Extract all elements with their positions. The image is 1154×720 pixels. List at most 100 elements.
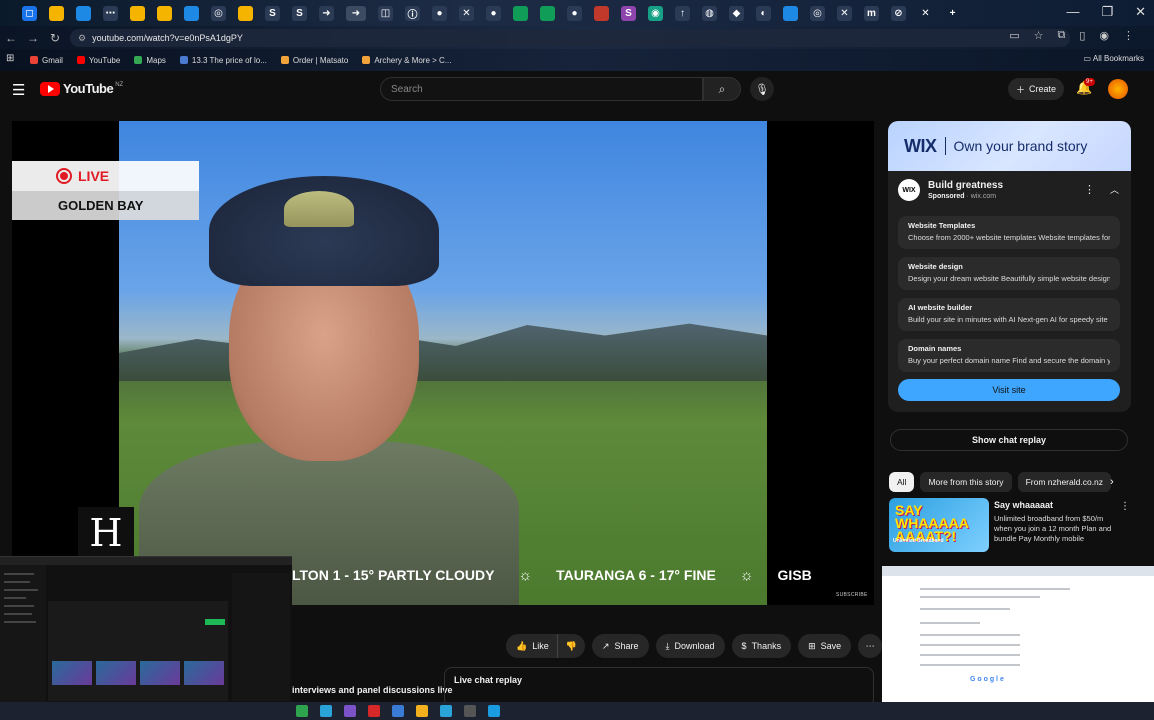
search-input[interactable]: Search — [380, 77, 703, 101]
forward-icon[interactable]: → — [22, 31, 44, 45]
recommendation-thumbnail[interactable]: SAY WHAAAAA AAAAT?! Unlimited Broadband — [889, 498, 989, 552]
taskbar-app-icon[interactable] — [344, 705, 356, 717]
tab-favicon[interactable]: ➜ — [319, 5, 334, 21]
share-button[interactable]: ↗ Share — [591, 634, 649, 658]
chevron-up-icon[interactable]: ︿ — [1110, 183, 1119, 196]
voice-search-button[interactable]: 🎙 — [750, 77, 774, 101]
tab-favicon[interactable]: S — [621, 5, 636, 21]
taskbar-app-icon[interactable] — [296, 705, 308, 717]
bookmark-youtube[interactable]: YouTube — [76, 56, 120, 65]
tab-favicon[interactable]: ◉ — [648, 5, 663, 21]
bookmark-matsato[interactable]: Order | Matsato — [280, 56, 348, 65]
tab-favicon[interactable]: ⋯ — [103, 5, 118, 21]
tab-favicon[interactable]: ⓘ — [405, 5, 420, 21]
all-bookmarks[interactable]: ▭ All Bookmarks — [1084, 54, 1144, 63]
advertiser-icon[interactable]: WIX — [898, 179, 920, 201]
sidebar-icon[interactable]: ▯ — [1079, 29, 1085, 42]
taskbar-app-icon[interactable] — [464, 705, 476, 717]
cast-icon[interactable]: ▭ — [1009, 29, 1019, 42]
advertiser-name[interactable]: Build greatness — [928, 180, 1003, 191]
tab-favicon[interactable]: ◫ — [378, 5, 393, 21]
tab-favicon[interactable] — [49, 5, 64, 21]
taskbar-app-icon[interactable] — [416, 705, 428, 717]
chevron-right-icon[interactable]: › — [1110, 476, 1114, 488]
video-player[interactable]: LIVE GOLDEN BAY H LTON 1 - 15° PARTLY CL… — [12, 121, 874, 605]
taskbar-app-icon[interactable] — [392, 705, 404, 717]
tab-favicon[interactable]: ↑ — [675, 5, 690, 21]
tab-favicon[interactable] — [783, 5, 798, 21]
tab-favicon[interactable]: ✕ — [837, 5, 852, 21]
like-button[interactable]: 👍 Like — [506, 634, 557, 658]
reload-icon[interactable]: ↻ — [44, 31, 66, 45]
tab-favicon[interactable]: ◎ — [810, 5, 825, 21]
youtube-logo[interactable]: YouTube NZ — [40, 81, 123, 96]
address-bar[interactable]: ⚙ youtube.com/watch?v=e0nPsA1dgPY — [70, 29, 1070, 47]
tab-favicon[interactable] — [594, 5, 609, 21]
ad-options-icon[interactable]: ⋮ — [1084, 183, 1095, 196]
bookmark-archery[interactable]: Archery & More > C... — [362, 56, 451, 65]
ad-sitelink[interactable]: Website design Design your dream website… — [898, 257, 1120, 290]
taskbar-app-icon[interactable] — [488, 705, 500, 717]
tab-favicon[interactable] — [540, 5, 555, 21]
taskbar-app-icon[interactable] — [440, 705, 452, 717]
tab-favicon-active[interactable]: ➜ — [346, 5, 366, 21]
tab-favicon[interactable] — [157, 5, 172, 21]
ad-sitelink[interactable]: AI website builder Build your site in mi… — [898, 298, 1120, 331]
recommendation-title[interactable]: Say whaaaaat — [994, 500, 1053, 510]
tab-favicon[interactable] — [513, 5, 528, 21]
taskbar-preview-left[interactable] — [0, 556, 292, 702]
new-tab-icon[interactable]: + — [945, 6, 960, 21]
chip-more-from-story[interactable]: More from this story — [920, 472, 1012, 492]
menu-icon[interactable]: ☰ — [12, 81, 25, 99]
extensions-icon[interactable]: ⧉ — [1057, 29, 1065, 42]
tab-favicon[interactable]: S — [265, 5, 280, 21]
show-chat-replay-button[interactable]: Show chat replay — [890, 429, 1128, 451]
bookmark-gmail[interactable]: Gmail — [30, 56, 63, 65]
ad-sitelink[interactable]: Website Templates Choose from 2000+ webs… — [898, 216, 1120, 249]
taskbar-app-icon[interactable] — [320, 705, 332, 717]
tab-favicon[interactable]: ◆ — [729, 5, 744, 21]
site-info-icon[interactable]: ⚙ — [78, 33, 86, 44]
more-options-icon[interactable]: ⋮ — [1120, 501, 1130, 512]
subscribe-watermark[interactable]: SUBSCRIBE — [836, 592, 868, 598]
taskbar-preview-right[interactable]: G o o g l e — [882, 566, 1154, 702]
download-button[interactable]: ⤓ Download — [655, 634, 725, 658]
tab-favicon[interactable]: m — [864, 5, 879, 21]
save-button[interactable]: ⊞ Save — [798, 634, 852, 658]
bookmark-price[interactable]: 13.3 The price of lo... — [179, 56, 267, 65]
browser-menu-icon[interactable]: ⋮ — [1123, 29, 1134, 42]
search-button[interactable]: ⌕ — [703, 77, 741, 101]
more-actions-button[interactable]: ⋯ — [858, 634, 883, 658]
create-button[interactable]: ＋ Create — [1008, 78, 1064, 100]
tab-favicon[interactable]: ⊘ — [891, 5, 906, 21]
dislike-button[interactable]: 👎 — [556, 634, 585, 658]
bookmark-maps[interactable]: Maps — [134, 56, 166, 65]
tab-favicon[interactable]: ● — [432, 5, 447, 21]
close-window-icon[interactable]: ✕ — [1135, 4, 1146, 20]
back-icon[interactable]: ← — [0, 31, 22, 45]
chip-from-nzherald[interactable]: From nzherald.co.nz — [1017, 472, 1112, 492]
recommendation-item[interactable]: SAY WHAAAAA AAAAT?! Unlimited Broadband … — [889, 498, 1144, 554]
tab-favicon[interactable]: ● — [567, 5, 582, 21]
visit-site-button[interactable]: Visit site — [898, 379, 1120, 401]
close-tab-icon[interactable]: ✕ — [918, 6, 933, 21]
taskbar-app-icon[interactable] — [368, 705, 380, 717]
minimize-icon[interactable]: — — [1066, 4, 1079, 20]
ad-banner[interactable]: WIX Own your brand story — [888, 121, 1131, 171]
tab-favicon[interactable] — [238, 5, 253, 21]
tab-favicon[interactable]: ◐ — [756, 5, 771, 21]
tab-favicon[interactable] — [130, 5, 145, 21]
tab-favicon[interactable]: ◻ — [22, 5, 37, 21]
tab-favicon[interactable] — [76, 5, 91, 21]
thanks-button[interactable]: $ Thanks — [731, 634, 792, 658]
apps-grid-icon[interactable]: ⊞ — [6, 53, 14, 64]
tab-favicon[interactable] — [184, 5, 199, 21]
account-avatar[interactable] — [1108, 79, 1128, 99]
description-snippet[interactable]: interviews and panel discussions live — [292, 685, 453, 695]
profile-icon[interactable]: ◉ — [1099, 29, 1109, 42]
tab-favicon[interactable]: ◍ — [702, 5, 717, 21]
tab-favicon[interactable]: ● — [486, 5, 501, 21]
ad-sitelink[interactable]: Domain names Buy your perfect domain nam… — [898, 339, 1120, 372]
chip-all[interactable]: All — [889, 472, 915, 492]
bookmark-star-icon[interactable]: ☆ — [1034, 29, 1044, 42]
